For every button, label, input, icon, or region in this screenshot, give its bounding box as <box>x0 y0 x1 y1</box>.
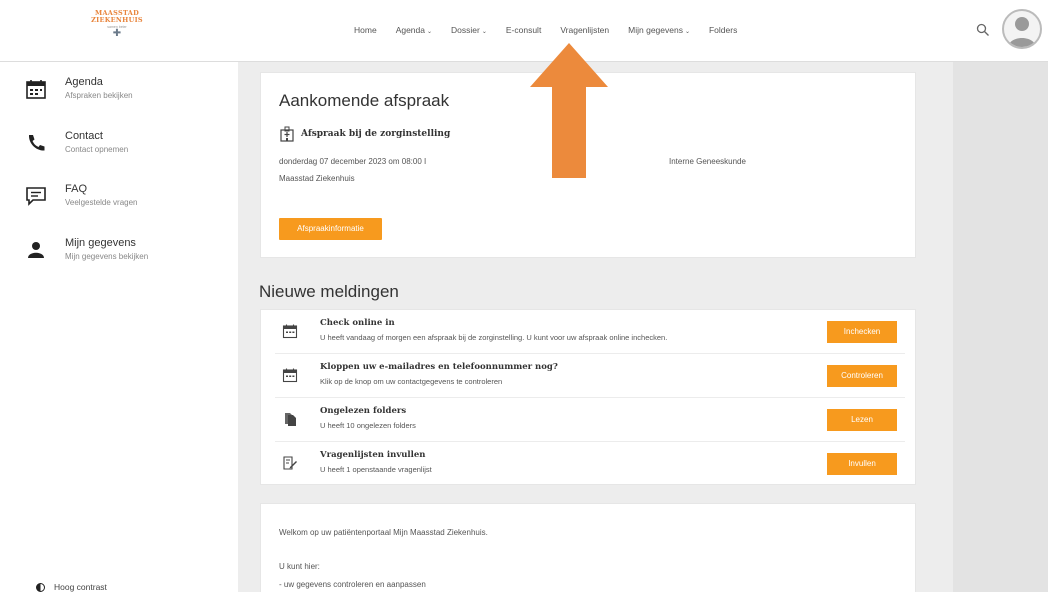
logo-line2: ZIEKENHUIS <box>91 16 143 24</box>
appointment-datetime: donderdag 07 december 2023 om 08:00 I <box>279 157 427 166</box>
appointment-department: Interne Geneeskunde <box>669 157 746 166</box>
top-header: MAASSTAD ZIEKENHUIS samen beter ✚ Home A… <box>0 0 1048 62</box>
notification-title: Ongelezen folders <box>320 406 407 416</box>
notification-text: U heeft 10 ongelezen folders <box>320 421 416 430</box>
search-icon[interactable] <box>976 23 990 37</box>
notification-text: Klik op de knop om uw contactgegevens te… <box>320 377 503 386</box>
logo-cross-icon: ✚ <box>112 28 122 39</box>
nav-e-consult[interactable]: E-consult <box>506 25 541 39</box>
notification-title: Vragenlijsten invullen <box>320 450 426 460</box>
sidebar-item-title: Mijn gegevens <box>65 237 136 249</box>
documents-icon <box>285 413 296 426</box>
sidebar-item-agenda[interactable]: Agenda Afspraken bekijken <box>25 76 225 116</box>
high-contrast-label: Hoog contrast <box>54 582 107 592</box>
phone-icon <box>28 135 45 151</box>
left-sidebar: Agenda Afspraken bekijken Contact Contac… <box>0 62 238 592</box>
welcome-text: Welkom op uw patiëntenportaal Mijn Maass… <box>279 528 488 537</box>
appointment-heading: Aankomende afspraak <box>279 91 450 110</box>
sidebar-item-subtitle: Contact opnemen <box>65 145 129 154</box>
appointment-type-label: Afspraak bij de zorginstelling <box>301 129 451 139</box>
nav-home[interactable]: Home <box>354 25 377 39</box>
appointment-location: Maasstad Ziekenhuis <box>279 174 355 183</box>
sidebar-item-subtitle: Veelgestelde vragen <box>65 198 138 207</box>
main-nav: Home Agenda ⌄ Dossier ⌄ E-consult Vragenli… <box>354 25 756 39</box>
read-folders-button[interactable]: Lezen <box>827 409 897 431</box>
notification-title: Check online in <box>320 318 395 328</box>
checkin-button[interactable]: Inchecken <box>827 321 897 343</box>
sidebar-item-subtitle: Afspraken bekijken <box>65 91 133 100</box>
welcome-card: Welkom op uw patiëntenportaal Mijn Maass… <box>260 503 916 592</box>
check-contact-button[interactable]: Controleren <box>827 365 897 387</box>
notifications-heading: Nieuwe meldingen <box>259 282 399 301</box>
hospital-icon <box>280 126 294 142</box>
chevron-down-icon: ⌄ <box>427 29 433 35</box>
calendar-icon <box>282 368 298 383</box>
right-panel <box>953 62 1048 592</box>
person-icon <box>28 242 44 258</box>
fill-in-button[interactable]: Invullen <box>827 453 897 475</box>
notification-row: Kloppen uw e-mailadres en telefoonnummer… <box>275 354 905 398</box>
nav-folders[interactable]: Folders <box>709 25 737 39</box>
notification-row: Vragenlijsten invullen U heeft 1 opensta… <box>275 442 905 486</box>
calendar-icon <box>282 324 298 339</box>
calendar-icon <box>26 80 46 99</box>
nav-dossier[interactable]: Dossier ⌄ <box>451 25 487 39</box>
notification-title: Kloppen uw e-mailadres en telefoonnummer… <box>320 362 558 372</box>
contrast-icon <box>36 582 45 592</box>
notification-row: Check online in U heeft vandaag of morge… <box>275 310 905 354</box>
sidebar-item-mijn-gegevens[interactable]: Mijn gegevens Mijn gegevens bekijken <box>25 237 225 277</box>
sidebar-item-title: Contact <box>65 130 103 142</box>
notification-text: U heeft vandaag of morgen een afspraak b… <box>320 333 668 342</box>
appointment-type: Afspraak bij de zorginstelling <box>279 126 450 142</box>
welcome-list-item: - uw gegevens controleren en aanpassen <box>279 580 426 589</box>
nav-mijn-gegevens[interactable]: Mijn gegevens ⌄ <box>628 25 690 39</box>
sidebar-item-faq[interactable]: FAQ Veelgestelde vragen <box>25 183 225 223</box>
sidebar-item-title: FAQ <box>65 183 88 195</box>
high-contrast-toggle[interactable]: Hoog contrast <box>36 582 107 592</box>
chevron-down-icon: ⌄ <box>684 29 690 35</box>
appointment-info-button[interactable]: Afspraakinformatie <box>279 218 382 240</box>
welcome-can-label: U kunt hier: <box>279 562 320 571</box>
chevron-down-icon: ⌄ <box>481 29 487 35</box>
notification-text: U heeft 1 openstaande vragenlijst <box>320 465 432 474</box>
questionnaire-icon <box>283 456 297 470</box>
nav-vragenlijsten[interactable]: Vragenlijsten <box>560 25 609 39</box>
sidebar-item-subtitle: Mijn gegevens bekijken <box>65 252 149 261</box>
sidebar-item-contact[interactable]: Contact Contact opnemen <box>25 130 225 170</box>
sidebar-item-title: Agenda <box>65 76 103 88</box>
notifications-card: Check online in U heeft vandaag of morge… <box>260 309 916 485</box>
user-avatar-icon[interactable] <box>1002 9 1042 49</box>
chat-bubble-icon <box>26 187 46 206</box>
nav-agenda[interactable]: Agenda ⌄ <box>396 25 432 39</box>
notification-row: Ongelezen folders U heeft 10 ongelezen f… <box>275 398 905 442</box>
up-arrow-annotation-icon <box>530 43 608 178</box>
hospital-logo[interactable]: MAASSTAD ZIEKENHUIS samen beter ✚ <box>86 10 148 50</box>
